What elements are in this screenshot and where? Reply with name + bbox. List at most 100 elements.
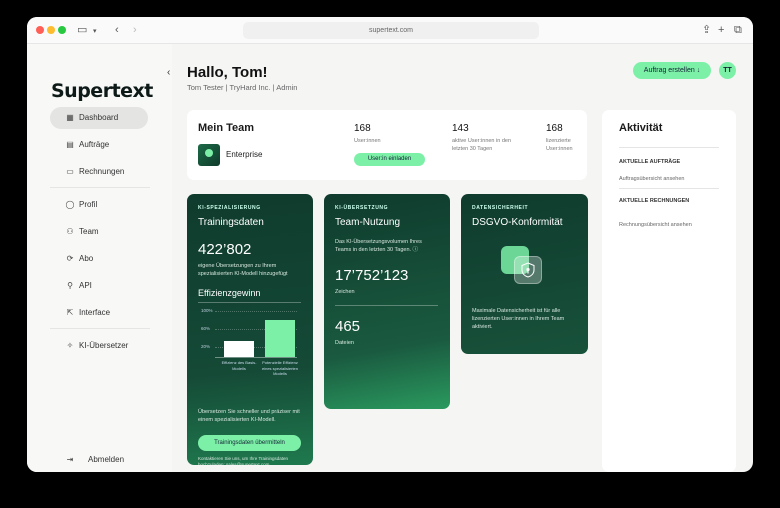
nav-invoices[interactable]: ▭ Rechnungen [50,161,148,183]
chars-label: Zeichen [335,289,355,295]
shield-lock-icon [501,244,549,292]
enterprise-icon [198,144,220,166]
plan-label: Enterprise [226,150,263,159]
efficiency-bar-specialized [265,320,295,357]
nav-label: Aufträge [79,140,110,149]
team-icon: ⚇ [66,227,74,236]
nav-label: Abo [79,254,94,263]
invoices-link[interactable]: Rechnungsübersicht ansehen [619,222,692,228]
invite-user-button[interactable]: User:in einladen [354,153,425,166]
bar-label-specialized: Potenzielle Effizienz eines spezialisier… [261,360,299,376]
nav-divider [50,187,150,188]
nav-profile[interactable]: ◯ Profil [50,194,148,216]
nav-label: Rechnungen [79,167,125,176]
nav-label: KI-Übersetzer [79,341,129,350]
close-window-button[interactable] [36,26,44,34]
collapse-sidebar-icon[interactable]: ‹ [167,67,170,78]
nav-dashboard[interactable]: ▦ Dashboard [50,107,148,129]
profile-icon: ◯ [65,200,75,209]
usage-description: Das KI-Übersetzungsvolumen Ihres Teams i… [335,239,422,253]
security-title: DSGVO-Konformität [472,217,563,228]
user-subtitle: Tom Tester | TryHard Inc. | Admin [187,83,298,92]
new-tab-icon[interactable]: + [718,23,724,37]
training-count-label: eigene Übersetzungen zu Ihrem spezialisi… [198,263,288,277]
nav-label: Team [79,227,99,236]
external-link-icon: ⇱ [66,308,74,317]
invoices-icon: ▭ [66,167,74,176]
y-tick-label: 100% [201,308,213,313]
usage-card: KI-ÜBERSETZUNG Team-Nutzung Das KI-Übers… [324,194,450,409]
training-count: 422’802 [198,241,252,258]
licensed-users-count: 168 [546,123,563,134]
files-label: Dateien [335,340,354,346]
nav-label: Profil [79,200,98,209]
training-description: Übersetzen Sie schneller und präziser mi… [198,409,300,423]
submit-training-data-button[interactable]: Trainingsdaten übermitteln [198,435,301,451]
y-tick-label: 60% [201,326,211,331]
nav-label: API [79,281,92,290]
nav-team[interactable]: ⚇ Team [50,221,148,243]
forward-icon[interactable]: › [133,23,137,37]
share-icon[interactable]: ⇪ [702,23,711,37]
create-order-button[interactable]: Auftrag erstellen ↓ [633,62,711,79]
nav-api[interactable]: ⚲ API [50,275,148,297]
back-icon[interactable]: ‹ [115,23,119,37]
nav-orders[interactable]: ▤ Aufträge [50,134,148,156]
efficiency-title: Effizienzgewinn [198,288,261,298]
nav-ai-translator[interactable]: ✧ KI-Übersetzer [50,335,148,357]
zoom-window-button[interactable] [58,26,66,34]
refresh-icon: ⟳ [66,254,74,263]
users-label: User:innen [354,138,381,144]
orders-link[interactable]: Auftragsübersicht ansehen [619,176,684,182]
dashboard-icon: ▦ [66,113,74,122]
training-title: Trainingsdaten [198,217,264,228]
team-card: Mein Team Enterprise 168 User:innen User… [187,110,587,180]
nav-divider [50,328,150,329]
files-count: 465 [335,318,361,335]
sidebar: Supertext ▦ Dashboard ▤ Aufträge ▭ Rechn… [27,44,172,472]
address-bar[interactable]: supertext.com [243,22,539,39]
avatar[interactable]: TT [719,62,736,79]
browser-toolbar: ▭ ▾ ‹ › supertext.com ⇪ + ⧉ [27,17,753,44]
invoices-heading: AKTUELLE RECHNUNGEN [619,198,690,204]
nav-label: Dashboard [79,113,119,122]
efficiency-bar-base [224,341,254,357]
active-users-label: aktive User:innen in den letzten 30 Tage… [452,138,512,152]
divider [619,188,719,189]
active-users-count: 143 [452,123,469,134]
nav-interface[interactable]: ⇱ Interface [50,302,148,324]
orders-heading: AKTUELLE AUFTRÄGE [619,159,681,165]
security-card: DATENSICHERHEIT DSGVO-Konformität Maxima… [461,194,588,354]
chart-baseline [215,357,297,358]
logout-icon: ⇥ [66,455,74,464]
nav-subscription[interactable]: ⟳ Abo [50,248,148,270]
bar-label-base: Effizienz des Basis-Modells [221,360,257,371]
page-title: Hallo, Tom! [187,64,268,81]
licensed-users-label: lizenzierte User:innen [546,138,573,152]
security-kicker: DATENSICHERHEIT [472,205,529,211]
browser-window: ▭ ▾ ‹ › supertext.com ⇪ + ⧉ Supertext ▦ … [27,17,753,472]
app-logo[interactable]: Supertext [51,80,153,102]
orders-icon: ▤ [66,140,74,149]
y-tick-label: 20% [201,344,211,349]
team-title: Mein Team [198,122,255,134]
security-description: Maximale Datensicherheit ist für alle li… [472,308,565,330]
logout-button[interactable]: ⇥ Abmelden [50,449,148,471]
users-count: 168 [354,123,371,134]
usage-kicker: KI-ÜBERSETZUNG [335,205,389,211]
sparkle-icon: ✧ [66,341,74,350]
logout-label: Abmelden [88,455,125,464]
divider [335,305,438,306]
tabs-overview-icon[interactable]: ⧉ [734,23,742,37]
chevron-down-icon[interactable]: ▾ [93,25,97,39]
divider [198,302,301,303]
minimize-window-button[interactable] [47,26,55,34]
chart-gridline [215,311,297,312]
chars-count: 17’752’123 [335,267,409,284]
activity-card: Aktivität AKTUELLE AUFTRÄGE Auftragsüber… [602,110,736,472]
key-icon: ⚲ [67,281,73,290]
sidebar-toggle-icon[interactable]: ▭ [77,23,87,37]
training-card: KI-SPEZIALISIERUNG Trainingsdaten 422’80… [187,194,313,465]
divider [619,147,719,148]
usage-title: Team-Nutzung [335,217,401,228]
